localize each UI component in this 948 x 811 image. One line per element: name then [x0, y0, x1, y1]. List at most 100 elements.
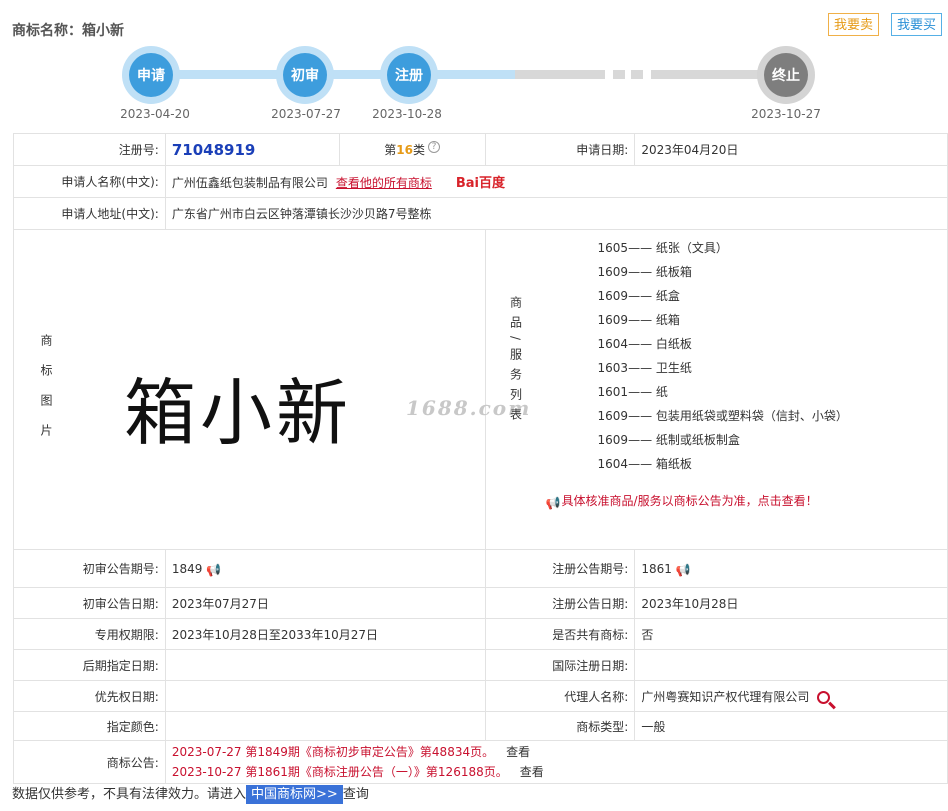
step-prelim: 初审 [276, 46, 334, 104]
class-suffix: 类 [412, 143, 425, 157]
notice-item: 2023-07-27 第1849期《商标初步审定公告》第48834页。 查看 [172, 742, 941, 762]
progress-track-dot [631, 70, 643, 79]
prelim-no-label: 初审公告期号: [13, 549, 166, 588]
ctmo-link[interactable]: 中国商标网>> [246, 785, 343, 804]
reg-notice-date: 2023年10月28日 [634, 587, 948, 619]
goods-item: 1603—— 卫生纸 [597, 361, 692, 375]
goods-item: 1605—— 纸张（文具） [597, 241, 728, 255]
step-date: 2023-10-27 [751, 107, 821, 121]
step-apply: 申请 [122, 46, 180, 104]
reg-no-cell: 71048919 [164, 133, 340, 166]
type-value: 一般 [634, 711, 948, 741]
search-icon[interactable] [817, 690, 831, 704]
class-prefix: 第 [384, 143, 397, 157]
apply-date-label: 申请日期: [484, 133, 636, 166]
reg-no-label: 注册号: [13, 133, 166, 166]
address-label: 申请人地址(中文): [13, 197, 166, 230]
megaphone-icon[interactable]: 📢 [206, 563, 222, 577]
progress-track-dot [613, 70, 625, 79]
prelim-date: 2023年07月27日 [164, 587, 486, 619]
step-label: 注册 [387, 53, 431, 97]
intl-date [634, 649, 948, 681]
step-label: 初审 [283, 53, 327, 97]
apply-date: 2023年04月20日 [634, 133, 948, 166]
buy-button[interactable]: 我要买 [891, 13, 943, 36]
page-title: 商标名称：箱小新 [12, 20, 124, 40]
goods-item: 1609—— 纸制或纸板制盒 [597, 433, 740, 447]
applicant-cell: 广州伍鑫纸包装制品有限公司 查看他的所有商标 Bai百度 [164, 165, 948, 198]
prelim-no-cell: 1849 📢 [164, 549, 486, 588]
notice-item: 2023-10-27 第1861期《商标注册公告（一）》第126188页。 查看 [172, 762, 941, 782]
color-value [164, 711, 486, 741]
footer-prefix: 数据仅供参考，不具有法律效力。请进入 [12, 787, 247, 802]
notice-text: 2023-07-27 第1849期《商标初步审定公告》第48834页。 [171, 745, 495, 759]
step-label: 终止 [764, 53, 808, 97]
goods-label: 商品/服务列表 [508, 296, 523, 429]
footer-disclaimer: 数据仅供参考，不具有法律效力。请进入 中国商标网>> 查询 [12, 783, 369, 804]
goods-item: 1604—— 白纸板 [597, 337, 692, 351]
baidu-logo-link[interactable]: Bai百度 [456, 176, 505, 191]
goods-item: 1609—— 包装用纸袋或塑料袋（信封、小袋） [597, 409, 848, 423]
notice-view-link[interactable]: 查看 [520, 765, 544, 779]
trademark-image-cell: 商标图片 箱小新 1688.com [13, 229, 529, 550]
later-date-label: 后期指定日期: [13, 649, 166, 681]
agent-cell: 广州粤赛知识产权代理有限公司 [634, 680, 948, 712]
address: 广东省广州市白云区钟落潭镇长沙沙贝路7号整栋 [164, 197, 948, 230]
class-no: 16 [396, 143, 413, 157]
step-register: 注册 [380, 46, 438, 104]
step-date: 2023-07-27 [271, 107, 341, 121]
goods-item: 1601—— 纸 [597, 385, 668, 399]
progress-track-pending [515, 70, 605, 79]
goods-item: 1609—— 纸盒 [597, 289, 680, 303]
reg-notice-no: 1861 [641, 561, 672, 576]
goods-item: 1609—— 纸箱 [597, 313, 680, 327]
step-date: 2023-10-28 [372, 107, 442, 121]
reg-notice-no-label: 注册公告期号: [484, 549, 636, 588]
intl-date-label: 国际注册日期: [484, 649, 636, 681]
trademark-name: 箱小新 [82, 23, 124, 39]
prelim-no: 1849 [171, 561, 203, 576]
step-date: 2023-04-20 [120, 107, 190, 121]
goods-note-text: 具体核准商品/服务以商标公告为准，点击查看！ [561, 494, 818, 508]
agent-label: 代理人名称: [484, 680, 636, 712]
reg-notice-date-label: 注册公告日期: [484, 587, 636, 619]
help-icon[interactable]: ? [427, 141, 440, 153]
footer-suffix: 查询 [342, 787, 369, 802]
color-label: 指定颜色: [13, 711, 166, 741]
trademark-image: 箱小新 [124, 371, 353, 455]
later-date [164, 649, 486, 681]
reg-no: 71048919 [171, 140, 256, 159]
title-label: 商标名称： [12, 23, 82, 39]
progress-track-done [155, 70, 515, 79]
notice-cell: 2023-07-27 第1849期《商标初步审定公告》第48834页。 查看 20… [164, 740, 948, 784]
exclusive-label: 专用权期限: [13, 618, 166, 650]
view-all-trademarks-link[interactable]: 查看他的所有商标 [336, 176, 432, 190]
image-label: 商标图片 [39, 334, 53, 454]
megaphone-icon[interactable]: 📢 [676, 563, 692, 577]
shared-value: 否 [634, 618, 948, 650]
goods-cell: 商品/服务列表 1605—— 纸张（文具） 1609—— 纸板箱 1609—— … [484, 229, 948, 550]
priority-date [164, 680, 486, 712]
reg-notice-no-cell: 1861 📢 [634, 549, 948, 588]
megaphone-icon: 📢 [545, 495, 561, 510]
goods-item: 1604—— 箱纸板 [597, 457, 692, 471]
sell-button[interactable]: 我要卖 [828, 13, 880, 36]
prelim-date-label: 初审公告日期: [13, 587, 166, 619]
applicant-name: 广州伍鑫纸包装制品有限公司 [171, 176, 328, 190]
goods-list: 1605—— 纸张（文具） 1609—— 纸板箱 1609—— 纸盒 1609—… [598, 236, 848, 476]
agent-name: 广州粤赛知识产权代理有限公司 [641, 689, 810, 704]
step-label: 申请 [129, 53, 173, 97]
step-terminate: 终止 [757, 46, 815, 104]
type-label: 商标类型: [484, 711, 636, 741]
priority-label: 优先权日期: [13, 680, 166, 712]
exclusive-period: 2023年10月28日至2033年10月27日 [164, 618, 486, 650]
shared-label: 是否共有商标: [484, 618, 636, 650]
goods-item: 1609—— 纸板箱 [597, 265, 692, 279]
applicant-label: 申请人名称(中文): [13, 165, 166, 198]
class-cell: 第16类? [338, 133, 486, 166]
notice-text: 2023-10-27 第1861期《商标注册公告（一）》第126188页。 [171, 765, 508, 779]
goods-note-link[interactable]: 📢具体核准商品/服务以商标公告为准，点击查看！ [545, 492, 818, 510]
notice-label: 商标公告: [13, 740, 166, 784]
notice-view-link[interactable]: 查看 [506, 745, 530, 759]
trademark-info-table: 注册号: 71048919 第16类? 申请日期: 2023年04月20日 申请… [13, 133, 948, 784]
